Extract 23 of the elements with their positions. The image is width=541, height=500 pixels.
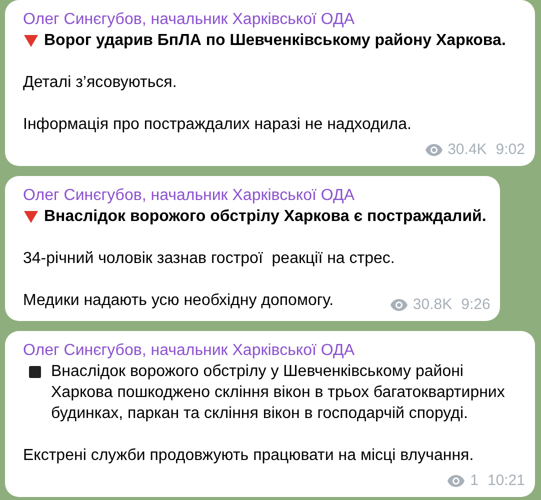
message-text: Інформація про постраждалих наразі не надходила. (23, 116, 412, 133)
message-text: Екстрені служби продовжують працювати на місці влучання. (23, 447, 474, 464)
message-text: Медики надають усю необхідну допомогу. (23, 292, 334, 309)
message-text: Деталі з’ясовуються. (23, 74, 177, 91)
message-text: 34-річний чоловік зазнав гострої реакції на стрес. (23, 250, 395, 267)
eye-icon (447, 474, 466, 486)
author-name: Олег Синєгубов, начальник Харківської ОДА (23, 341, 354, 361)
eye-icon (390, 298, 408, 310)
square-icon (29, 366, 41, 378)
eye-icon (424, 144, 443, 156)
message-time: 9:26 (461, 295, 490, 315)
view-count: 30.4K (448, 140, 487, 160)
view-count: 1 (470, 471, 478, 491)
message-text: Внаслідок ворожого обстрілу у Шевченківському районі Харкова пошкоджено скління вікон в трьох багатоквартирних будинках, паркан та скління вікон в господарчій споруді. (51, 362, 506, 424)
message-time: 10:21 (487, 471, 525, 491)
down-triangle-icon (23, 34, 39, 48)
author-name: Олег Синєгубов, начальник Харківської ОДА (23, 10, 354, 30)
down-triangle-icon (23, 210, 39, 224)
view-count: 30.8K (412, 295, 452, 315)
message-text: Ворог ударив БпЛА по Шевченківському району Харкова. (44, 31, 506, 51)
message-text: Внаслідок ворожого обстрілу Харкова є постраждалий. (44, 207, 486, 227)
author-name: Олег Синєгубов, начальник Харківської ОДА (23, 186, 354, 206)
message-time: 9:02 (496, 140, 525, 160)
